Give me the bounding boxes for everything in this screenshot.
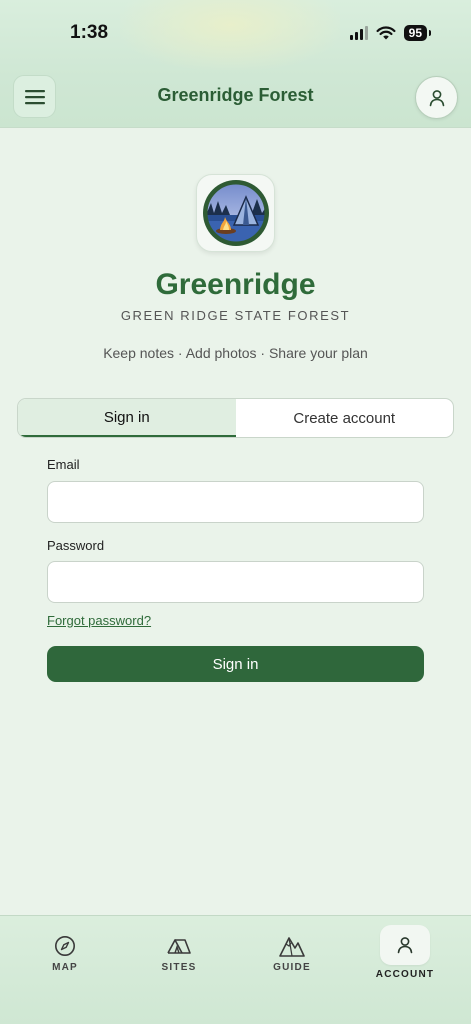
password-field[interactable] [47, 561, 424, 603]
tagline: Keep notes · Add photos · Share your pla… [103, 345, 368, 361]
status-time: 1:38 [70, 22, 109, 43]
nav-label-sites: SITES [161, 962, 197, 973]
bottom-navigation: MAP SITES GUIDE ACCOUNT [0, 915, 471, 1024]
campfire-tent-logo-icon [202, 180, 269, 246]
nav-item-guide[interactable]: GUIDE [252, 916, 332, 996]
brand-name: Greenridge [155, 268, 316, 301]
wifi-icon [376, 26, 396, 40]
mountain-icon [279, 937, 305, 957]
email-field[interactable] [47, 481, 424, 523]
app-logo [196, 174, 275, 252]
profile-button[interactable] [415, 76, 458, 119]
nav-item-account[interactable]: ACCOUNT [365, 916, 445, 996]
tab-create-account[interactable]: Create account [236, 399, 454, 437]
brand-subtitle: GREEN RIDGE STATE FOREST [120, 308, 351, 323]
nav-label-guide: GUIDE [273, 962, 311, 973]
nav-item-sites[interactable]: SITES [139, 916, 219, 996]
nav-label-account: ACCOUNT [375, 969, 435, 980]
sign-in-button[interactable]: Sign in [47, 646, 424, 682]
password-label: Password [47, 538, 105, 553]
page-title: Greenridge Forest [157, 85, 314, 105]
tab-sign-in[interactable]: Sign in [18, 399, 236, 437]
cellular-signal-icon [349, 26, 368, 40]
battery-indicator: 95 [403, 25, 432, 41]
forgot-password-link[interactable]: Forgot password? [47, 613, 151, 628]
header-bar: 1:38 95 Greenridge Forest [0, 0, 471, 128]
compass-icon [55, 936, 75, 956]
user-icon [429, 89, 444, 106]
tent-icon [167, 939, 191, 954]
auth-tabs: Sign in Create account [17, 398, 454, 438]
nav-label-map: MAP [52, 962, 78, 973]
user-icon [397, 937, 413, 954]
email-label: Email [47, 457, 80, 472]
status-icons: 95 [349, 25, 432, 41]
nav-item-map[interactable]: MAP [25, 916, 105, 996]
